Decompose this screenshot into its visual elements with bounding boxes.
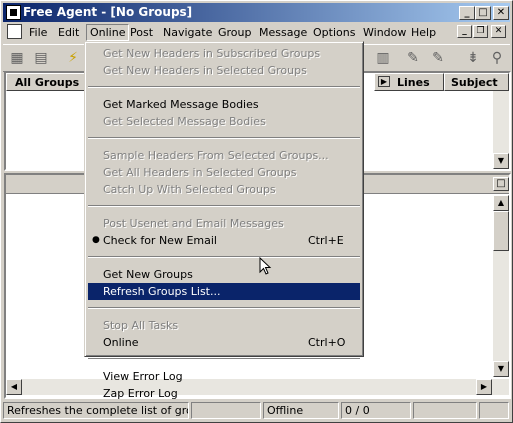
window-title: Free Agent - [No Groups]: [23, 5, 193, 19]
menu-post[interactable]: Post: [130, 26, 153, 39]
document-icon[interactable]: [7, 24, 22, 39]
mark-thread-icon[interactable]: ✎: [428, 48, 448, 68]
menu-item-shortcut: Ctrl+E: [308, 234, 344, 247]
menu-file[interactable]: File: [29, 26, 47, 39]
menu-message[interactable]: Message: [259, 26, 307, 39]
status-connection: Offline: [263, 402, 339, 419]
menu-item-get-new-headers-in-subscribed-groups[interactable]: Get New Headers in Subscribed Groups: [88, 45, 360, 62]
menu-group[interactable]: Group: [218, 26, 252, 39]
menu-item-label: Get Selected Message Bodies: [103, 115, 266, 128]
menu-item-label: View Error Log: [103, 370, 183, 383]
menu-item-label: Stop All Tasks: [103, 319, 179, 332]
menu-item-get-marked-message-bodies[interactable]: Get Marked Message Bodies: [88, 96, 360, 113]
menu-separator: [88, 86, 360, 88]
menu-item-label: Get Marked Message Bodies: [103, 98, 259, 111]
lines-column-header[interactable]: ▶ Lines: [374, 73, 444, 91]
status-extra: [413, 402, 477, 419]
mouse-pointer-icon: [259, 257, 272, 275]
close-button[interactable]: ✕: [493, 6, 509, 20]
menu-item-view-error-log[interactable]: View Error Log: [88, 368, 360, 385]
menu-item-post-usenet-and-email-messages[interactable]: Post Usenet and Email Messages: [88, 215, 360, 232]
app-window: Free Agent - [No Groups] _ □ ✕ File Edit…: [0, 0, 513, 423]
groups-scrollbar[interactable]: ▼: [493, 91, 509, 169]
menu-item-label: Online: [103, 336, 139, 349]
mdi-restore-button[interactable]: ❐: [473, 25, 488, 38]
app-icon[interactable]: [6, 5, 21, 20]
menu-item-zap-error-log[interactable]: Zap Error Log: [88, 385, 360, 402]
newsgroup-icon[interactable]: ▥: [373, 48, 393, 68]
menu-item-label: Catch Up With Selected Groups: [103, 183, 276, 196]
menu-item-label: Get New Headers in Selected Groups: [103, 64, 307, 77]
menu-item-label: Get All Headers in Selected Groups: [103, 166, 297, 179]
menu-item-get-all-headers-in-selected-groups[interactable]: Get All Headers in Selected Groups: [88, 164, 360, 181]
menu-help[interactable]: Help: [411, 26, 436, 39]
menu-window[interactable]: Window: [363, 26, 406, 39]
menu-item-label: Post Usenet and Email Messages: [103, 217, 284, 230]
minimize-button[interactable]: _: [459, 6, 475, 20]
mdi-minimize-button[interactable]: _: [457, 25, 472, 38]
lightning-icon[interactable]: ⚡: [63, 48, 83, 68]
menu-separator: [88, 137, 360, 139]
filter-icon[interactable]: ⇟: [463, 48, 483, 68]
title-bar[interactable]: Free Agent - [No Groups] _ □ ✕: [3, 3, 510, 22]
scroll-thumb[interactable]: [493, 211, 509, 251]
status-grip: [479, 402, 509, 419]
subject-label: Subject: [451, 76, 498, 89]
status-counter: 0 / 0: [341, 402, 411, 419]
menu-item-label: Check for New Email: [103, 234, 217, 247]
menu-item-catch-up-with-selected-groups[interactable]: Catch Up With Selected Groups: [88, 181, 360, 198]
menu-item-label: Get New Groups: [103, 268, 193, 281]
mdi-close-button[interactable]: ✕: [491, 25, 506, 38]
menu-item-stop-all-tasks[interactable]: Stop All Tasks: [88, 317, 360, 334]
menu-online[interactable]: Online: [86, 24, 130, 41]
scroll-down-arrow-icon[interactable]: ▼: [493, 361, 509, 377]
scroll-left-arrow-icon[interactable]: ◀: [6, 379, 22, 395]
menu-item-get-selected-message-bodies[interactable]: Get Selected Message Bodies: [88, 113, 360, 130]
menu-item-refresh-groups-list[interactable]: Refresh Groups List...: [88, 283, 360, 300]
menu-options[interactable]: Options: [313, 26, 355, 39]
menu-item-get-new-headers-in-selected-groups[interactable]: Get New Headers in Selected Groups: [88, 62, 360, 79]
status-message: Refreshes the complete list of groups: [3, 402, 189, 419]
arrow-right-icon: ▶: [378, 76, 390, 87]
menu-item-check-for-new-email[interactable]: ● Check for New Email Ctrl+E: [88, 232, 360, 249]
menu-edit[interactable]: Edit: [58, 26, 79, 39]
mark-icon[interactable]: ✎: [403, 48, 423, 68]
menu-item-label: Sample Headers From Selected Groups...: [103, 149, 329, 162]
menu-item-label: Zap Error Log: [103, 387, 178, 400]
menu-navigate[interactable]: Navigate: [163, 26, 212, 39]
menu-item-get-new-groups[interactable]: Get New Groups: [88, 266, 360, 283]
maximize-button[interactable]: □: [475, 6, 491, 20]
status-bar: Refreshes the complete list of groups Of…: [3, 401, 510, 420]
scroll-up-arrow-icon[interactable]: ▲: [493, 195, 509, 211]
disconnect-icon[interactable]: ▤: [31, 48, 51, 68]
subject-column-header[interactable]: Subject: [444, 73, 509, 91]
message-vertical-scrollbar[interactable]: ▲ ▼: [493, 195, 509, 377]
binoculars-icon[interactable]: ⚲: [487, 48, 507, 68]
menu-item-sample-headers-from-selected-groups[interactable]: Sample Headers From Selected Groups...: [88, 147, 360, 164]
menu-separator: [88, 358, 360, 360]
connect-icon[interactable]: ▦: [7, 48, 27, 68]
menu-item-label: Get New Headers in Subscribed Groups: [103, 47, 321, 60]
menu-separator: [88, 307, 360, 309]
pane-maximize-button[interactable]: □: [493, 177, 509, 191]
menu-separator: [88, 256, 360, 258]
check-bullet-icon: ●: [92, 235, 100, 245]
menu-item-shortcut: Ctrl+O: [308, 336, 346, 349]
menu-item-label: Refresh Groups List...: [103, 285, 221, 298]
menu-bar: File Edit Online Post Navigate Group Mes…: [3, 23, 510, 42]
scroll-down-arrow-icon[interactable]: ▼: [493, 153, 509, 169]
lines-label: Lines: [397, 76, 430, 89]
status-blank: [191, 402, 261, 419]
scroll-right-arrow-icon[interactable]: ▶: [476, 379, 492, 395]
menu-item-online[interactable]: Online Ctrl+O: [88, 334, 360, 351]
online-menu: Get New Headers in Subscribed Groups Get …: [84, 41, 364, 400]
menu-separator: [88, 205, 360, 207]
